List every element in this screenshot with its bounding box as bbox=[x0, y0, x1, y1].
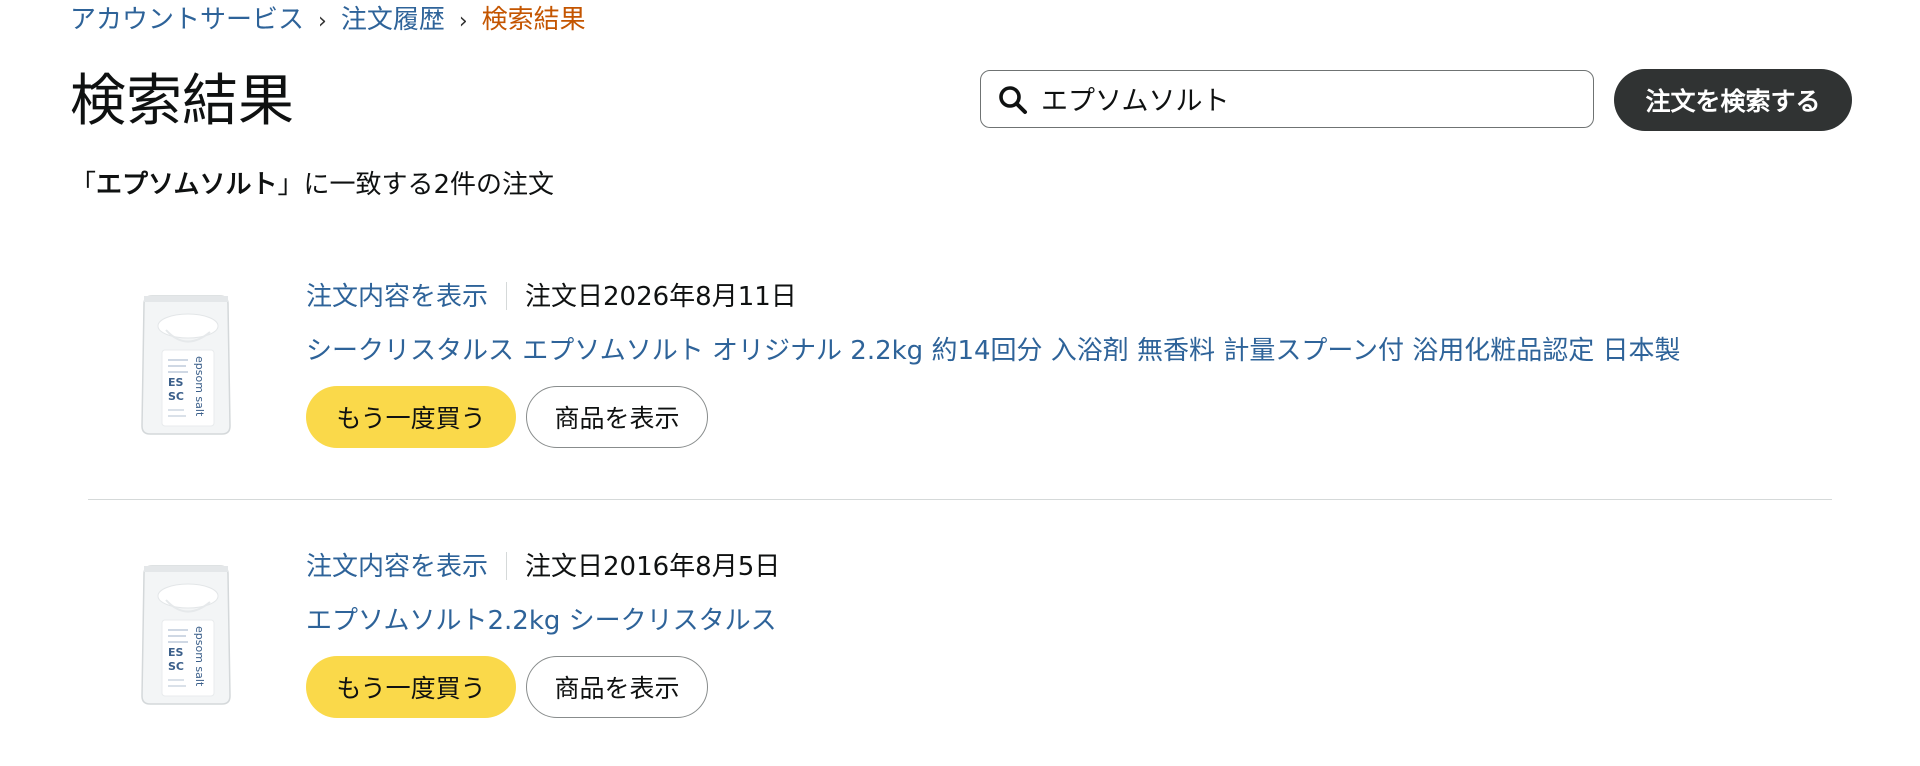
svg-text:SC: SC bbox=[168, 660, 184, 673]
thumbnail-brand-text: epsom salt bbox=[193, 356, 206, 417]
thumbnail-brand-text: epsom salt bbox=[193, 626, 206, 687]
view-order-details-link[interactable]: 注文内容を表示 bbox=[306, 282, 488, 312]
svg-text:ES: ES bbox=[168, 376, 184, 389]
product-title-link[interactable]: シークリスタルス エプソムソルト オリジナル 2.2kg 約14回分 入浴剤 無… bbox=[306, 332, 1681, 370]
order-date: 注文日2016年8月5日 bbox=[525, 552, 781, 582]
product-title-link[interactable]: エプソムソルト2.2kg シークリスタルス bbox=[306, 602, 777, 640]
svg-text:ES: ES bbox=[168, 646, 184, 659]
view-item-button[interactable]: 商品を表示 bbox=[526, 386, 708, 448]
order-meta: 注文内容を表示 注文日2016年8月5日 bbox=[306, 548, 780, 586]
order-divider bbox=[88, 499, 1832, 500]
order-meta: 注文内容を表示 注文日2026年8月11日 bbox=[306, 278, 797, 316]
meta-divider bbox=[506, 552, 508, 580]
view-order-details-link[interactable]: 注文内容を表示 bbox=[306, 552, 488, 582]
product-thumbnail[interactable]: ES SC epsom salt bbox=[136, 290, 236, 438]
order-card: ES SC epsom salt 注文内容を表示 注文日2016年8月5日 エプソ… bbox=[0, 0, 1920, 718]
svg-text:SC: SC bbox=[168, 390, 184, 403]
order-search-results-page: アカウントサービス›注文履歴›検索結果 検索結果 注文を検索する 「エプソムソル… bbox=[0, 0, 1920, 766]
meta-divider bbox=[506, 282, 508, 310]
view-item-button[interactable]: 商品を表示 bbox=[526, 656, 708, 718]
product-thumbnail[interactable]: ES SC epsom salt bbox=[136, 560, 236, 708]
order-date: 注文日2026年8月11日 bbox=[525, 282, 797, 312]
buy-again-button[interactable]: もう一度買う bbox=[306, 656, 516, 718]
buy-again-button[interactable]: もう一度買う bbox=[306, 386, 516, 448]
